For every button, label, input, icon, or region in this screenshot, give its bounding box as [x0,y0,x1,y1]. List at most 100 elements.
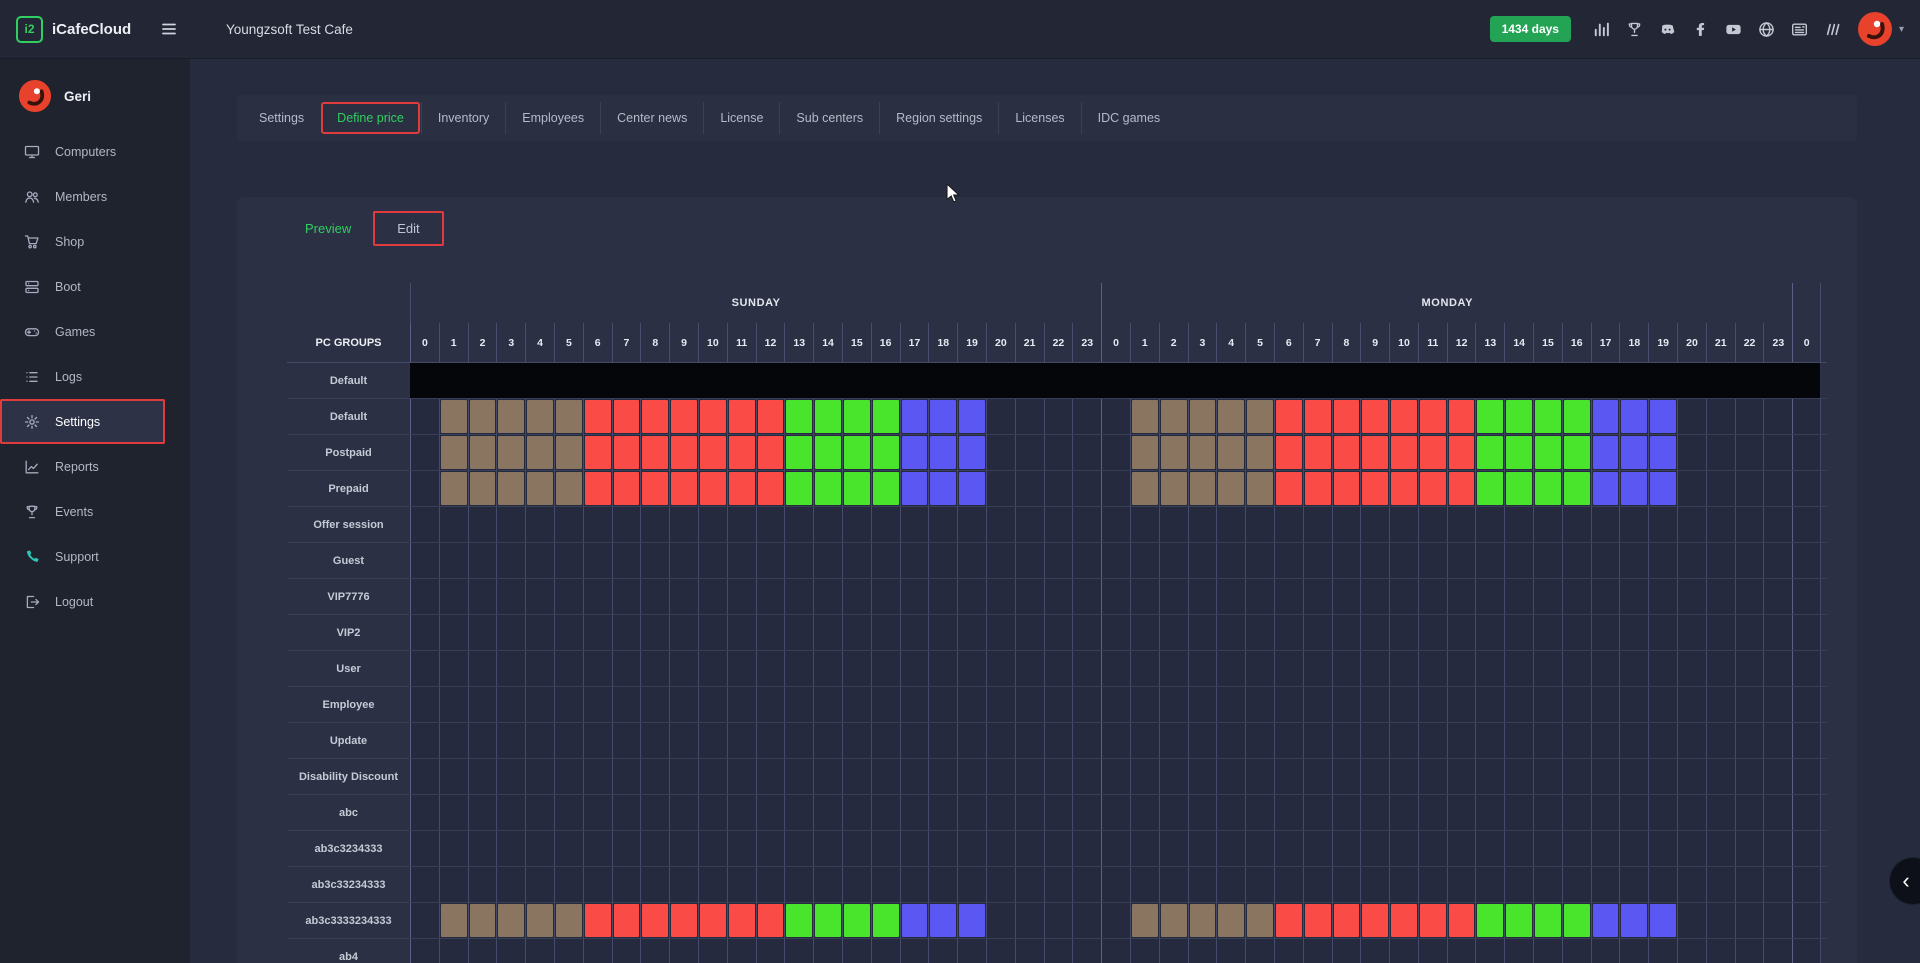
price-cell[interactable] [1303,579,1332,614]
price-cell[interactable] [986,795,1015,830]
price-cell[interactable] [727,723,756,758]
price-cell[interactable] [842,687,871,722]
price-cell[interactable] [1792,615,1821,650]
price-cell[interactable] [1447,795,1476,830]
trophy-icon[interactable] [1626,21,1643,38]
price-cell[interactable] [957,507,986,542]
price-cell[interactable] [1475,867,1504,902]
price-cell[interactable] [1015,507,1044,542]
price-cell[interactable] [1533,939,1562,963]
price-cell[interactable] [871,939,900,963]
price-cell[interactable] [1792,687,1821,722]
price-cell[interactable] [1044,939,1073,963]
price-cell[interactable] [1101,903,1130,938]
price-cell[interactable] [640,399,669,434]
price-cell[interactable] [1159,507,1188,542]
price-cell[interactable] [1619,867,1648,902]
price-cell[interactable] [1648,903,1677,938]
price-cell[interactable] [410,651,439,686]
price-cell[interactable] [1447,471,1476,506]
price-cell[interactable] [525,399,554,434]
price-cell[interactable] [928,867,957,902]
price-cell[interactable] [1360,435,1389,470]
sidebar-item-logout[interactable]: Logout [0,579,190,624]
price-cell[interactable] [698,939,727,963]
price-cell[interactable] [1504,543,1533,578]
price-cell[interactable] [1562,471,1591,506]
price-cell[interactable] [928,759,957,794]
price-cell[interactable] [1332,723,1361,758]
price-cell[interactable] [525,939,554,963]
price-cell[interactable] [1303,795,1332,830]
price-cell[interactable] [1763,687,1792,722]
price-cell[interactable] [1216,435,1245,470]
price-cell[interactable] [986,831,1015,866]
price-cell[interactable] [1216,759,1245,794]
price-cell[interactable] [640,903,669,938]
price-cell[interactable] [727,543,756,578]
price-cell[interactable] [1648,867,1677,902]
price-cell[interactable] [1418,579,1447,614]
price-cell[interactable] [698,795,727,830]
price-cell[interactable] [1360,399,1389,434]
price-cell[interactable] [1677,651,1706,686]
price-cell[interactable] [842,759,871,794]
tab-idc-games[interactable]: IDC games [1081,102,1177,134]
price-cell[interactable] [1303,759,1332,794]
price-cell[interactable] [1072,471,1101,506]
price-cell[interactable] [1648,507,1677,542]
price-cell[interactable] [1677,759,1706,794]
price-cell[interactable] [1677,507,1706,542]
price-cell[interactable] [1591,759,1620,794]
price-cell[interactable] [612,435,641,470]
price-cell[interactable] [583,507,612,542]
price-cell[interactable] [1533,759,1562,794]
subtab-edit[interactable]: Edit [373,211,443,246]
price-cell[interactable] [1447,867,1476,902]
tab-licenses[interactable]: Licenses [998,102,1080,134]
price-cell[interactable] [1389,795,1418,830]
price-cell[interactable] [1072,399,1101,434]
price-cell[interactable] [784,795,813,830]
price-cell[interactable] [1072,543,1101,578]
price-cell[interactable] [583,651,612,686]
price-cell[interactable] [1619,903,1648,938]
price-cell[interactable] [1533,867,1562,902]
price-cell[interactable] [1418,435,1447,470]
sidebar-item-members[interactable]: Members [0,174,190,219]
price-cell[interactable] [986,759,1015,794]
price-cell[interactable] [439,471,468,506]
price-cell[interactable] [1533,507,1562,542]
price-cell[interactable] [1130,867,1159,902]
price-cell[interactable] [1763,615,1792,650]
price-cell[interactable] [1591,795,1620,830]
price-cell[interactable] [612,759,641,794]
price-cell[interactable] [928,471,957,506]
price-cell[interactable] [1044,615,1073,650]
price-cell[interactable] [1475,687,1504,722]
price-cell[interactable] [727,507,756,542]
price-cell[interactable] [1101,723,1130,758]
price-cell[interactable] [1735,867,1764,902]
price-cell[interactable] [1274,615,1303,650]
price-cell[interactable] [468,903,497,938]
blocked-range[interactable] [410,363,1821,398]
price-cell[interactable] [468,867,497,902]
price-cell[interactable] [640,687,669,722]
price-cell[interactable] [496,579,525,614]
price-cell[interactable] [1648,795,1677,830]
price-cell[interactable] [1418,831,1447,866]
price-cell[interactable] [612,651,641,686]
price-cell[interactable] [1792,759,1821,794]
price-cell[interactable] [1130,723,1159,758]
price-cell[interactable] [871,831,900,866]
price-cell[interactable] [410,759,439,794]
price-cell[interactable] [1677,579,1706,614]
price-cell[interactable] [669,903,698,938]
price-cell[interactable] [1274,795,1303,830]
price-cell[interactable] [727,435,756,470]
price-cell[interactable] [1216,579,1245,614]
price-cell[interactable] [496,471,525,506]
price-cell[interactable] [1130,651,1159,686]
price-cell[interactable] [1562,579,1591,614]
